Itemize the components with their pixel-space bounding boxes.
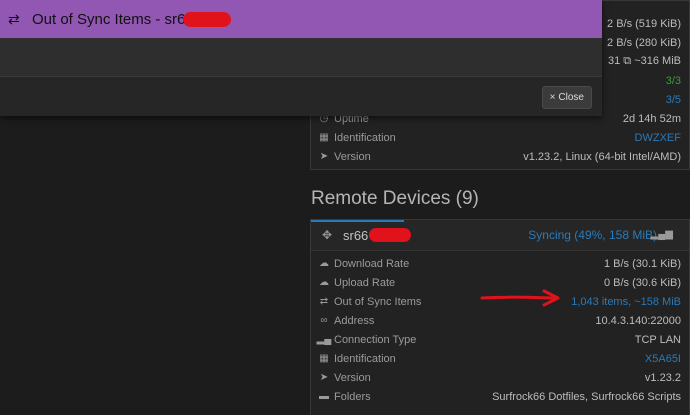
- remote-device-row: ☁ Download Rate 1 B/s (30.1 KiB): [311, 254, 689, 273]
- remote-device-row: ▂▄ Connection Type TCP LAN: [311, 330, 689, 349]
- tag-icon: ➤: [319, 151, 329, 162]
- remote-device-row-label: Download Rate: [334, 257, 410, 270]
- this-device-row-value[interactable]: 3/5: [666, 94, 681, 106]
- remote-device-row: ▦ Identification X5A65I: [311, 349, 689, 368]
- this-device-row: ➤ Version v1.23.2, Linux (64-bit Intel/AMD…: [311, 147, 689, 166]
- remote-device-row-label: Connection Type: [334, 333, 417, 346]
- this-device-row-value[interactable]: DWZXEF: [635, 132, 681, 144]
- remote-device-row-value: Surfrock66 Dotfiles, Surfrock66 Scripts: [492, 390, 681, 403]
- exchange-icon: ⇄: [319, 296, 329, 307]
- remote-device-row: ⇄ Out of Sync Items 1,043 items, ~158 MiB: [311, 292, 689, 311]
- compress-icon: ✥: [322, 228, 333, 242]
- remote-device-row-value: 0 B/s (30.6 KiB): [603, 276, 681, 289]
- close-icon: ×: [549, 92, 556, 103]
- qrcode-icon: ▦: [319, 132, 329, 143]
- signal-icon: ▂▄: [316, 334, 332, 345]
- link-icon: ∞: [320, 315, 328, 326]
- remote-device-row-value: TCP LAN: [634, 333, 681, 346]
- remote-device-row-label: Out of Sync Items: [334, 295, 422, 308]
- close-label: Close: [558, 92, 584, 103]
- redaction-mark: [183, 12, 231, 27]
- modal-body: [0, 38, 602, 77]
- this-device-row-value: v1.23.2, Linux (64-bit Intel/AMD): [523, 150, 681, 163]
- remote-device-row-value: 1 B/s (30.1 KiB): [603, 257, 681, 270]
- upload-icon: ☁: [319, 277, 329, 288]
- this-device-row-label: Version: [334, 150, 371, 163]
- remote-device-row-label: Address: [334, 314, 375, 327]
- remote-device-row: ▬ Folders Surfrock66 Dotfiles, Surfrock66 …: [311, 387, 689, 406]
- close-button[interactable]: × Close: [541, 86, 592, 109]
- remote-device-row-label: Identification: [334, 352, 396, 365]
- remote-device-row-label: Folders: [334, 390, 371, 403]
- download-icon: ☁: [319, 258, 329, 269]
- modal-footer: [0, 77, 602, 116]
- modal-header: ⇄ Out of Sync Items - sr66: [0, 0, 602, 38]
- remote-device-row-value: v1.23.2: [644, 371, 681, 384]
- this-device-row-value: 2d 14h 52m: [622, 112, 681, 125]
- redaction-mark: [369, 228, 411, 242]
- modal-title: Out of Sync Items - sr66: [32, 10, 194, 28]
- remote-device-row-label: Upload Rate: [334, 276, 396, 289]
- progress-bar: [311, 220, 404, 222]
- tag-icon: ➤: [319, 372, 329, 383]
- this-device-row-label: Identification: [334, 131, 396, 144]
- remote-device-row: ➤ Version v1.23.2: [311, 368, 689, 387]
- qrcode-icon: ▦: [319, 353, 329, 364]
- this-device-row: ▦ Identification DWZXEF: [311, 128, 689, 147]
- remote-device-row-value[interactable]: X5A65I: [645, 353, 681, 365]
- device-name: sr66: [343, 228, 369, 243]
- folder-icon: ▬: [319, 391, 329, 402]
- exchange-icon: ⇄: [8, 10, 20, 27]
- remote-device-row-value: 10.4.3.140:22000: [595, 314, 681, 327]
- signal-icon: ▂▄▆: [650, 229, 673, 240]
- remote-device-row: ∞ Address 10.4.3.140:22000: [311, 311, 689, 330]
- this-device-row-value: 2 B/s (280 KiB): [607, 36, 681, 49]
- remote-device-row-value[interactable]: 1,043 items, ~158 MiB: [571, 296, 681, 308]
- this-device-row-value: 3/3: [665, 74, 681, 87]
- out-of-sync-modal: ⇄ Out of Sync Items - sr66 × Close: [0, 0, 602, 116]
- device-status: Syncing (49%, 158 MiB): [528, 228, 657, 242]
- remote-device-row-label: Version: [334, 371, 371, 384]
- this-device-row-value: 2 B/s (519 KiB): [607, 17, 681, 30]
- remote-devices-heading: Remote Devices (9): [311, 188, 479, 209]
- device-header[interactable]: ✥ sr66 Syncing (49%, 158 MiB) ▂▄▆: [311, 220, 689, 251]
- remote-device-row: ☁ Upload Rate 0 B/s (30.6 KiB): [311, 273, 689, 292]
- remote-device-panel: ✥ sr66 Syncing (49%, 158 MiB) ▂▄▆ ☁ Downl…: [310, 219, 690, 415]
- this-device-row-value: 31 ⧉ ~316 MiB: [608, 55, 681, 67]
